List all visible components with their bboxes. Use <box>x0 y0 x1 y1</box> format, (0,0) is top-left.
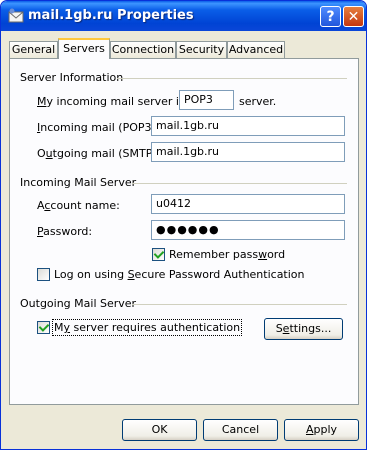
window-title: mail.1gb.ru Properties <box>28 8 194 23</box>
server-information-heading: Server Information <box>20 71 124 84</box>
title-bar[interactable]: mail.1gb.ru Properties ? ✕ <box>1 1 366 31</box>
incoming-type-field: POP3 <box>179 90 234 110</box>
incoming-mail-input[interactable]: mail.1gb.ru <box>151 116 345 136</box>
servers-panel: Server Information My incoming mail serv… <box>9 58 359 405</box>
spa-checkbox[interactable] <box>37 268 50 281</box>
ok-button[interactable]: OK <box>122 419 197 441</box>
tab-connection[interactable]: Connection <box>110 41 176 58</box>
auth-required-label[interactable]: My server requires authentication <box>51 319 243 336</box>
tab-advanced[interactable]: Advanced <box>227 41 285 58</box>
password-label: Password: <box>37 225 93 238</box>
incoming-mail-label: Incoming mail (POP3): <box>37 121 160 134</box>
outgoing-mail-label: Outgoing mail (SMTP): <box>37 147 161 160</box>
mail-account-icon <box>8 8 24 23</box>
tab-security[interactable]: Security <box>176 41 227 58</box>
incoming-mail-server-heading: Incoming Mail Server <box>20 176 137 189</box>
apply-button[interactable]: Apply <box>284 419 359 441</box>
incoming-type-suffix: server. <box>239 95 277 108</box>
group-divider <box>117 78 347 79</box>
account-name-label: Account name: <box>37 199 120 212</box>
group-divider <box>132 304 347 305</box>
spa-label[interactable]: Log on using Secure Password Authenticat… <box>54 268 305 281</box>
group-divider <box>132 183 347 184</box>
settings-button[interactable]: Settings... <box>264 318 343 340</box>
password-input[interactable]: ●●●●●● <box>151 220 345 240</box>
help-button[interactable]: ? <box>320 6 341 27</box>
tab-servers[interactable]: Servers <box>58 38 110 59</box>
remember-password-label[interactable]: Remember password <box>169 248 285 261</box>
properties-dialog: mail.1gb.ru Properties ? ✕ General Serve… <box>0 0 367 450</box>
incoming-type-label: My incoming mail server is a <box>37 95 195 108</box>
cancel-button[interactable]: Cancel <box>203 419 278 441</box>
tab-general[interactable]: General <box>9 41 58 58</box>
close-button[interactable]: ✕ <box>343 6 364 27</box>
auth-required-checkbox[interactable] <box>37 321 50 334</box>
outgoing-mail-server-heading: Outgoing Mail Server <box>20 297 137 310</box>
remember-password-checkbox[interactable] <box>152 248 165 261</box>
outgoing-mail-input[interactable]: mail.1gb.ru <box>151 142 345 162</box>
account-name-input[interactable]: u0412 <box>151 194 345 214</box>
